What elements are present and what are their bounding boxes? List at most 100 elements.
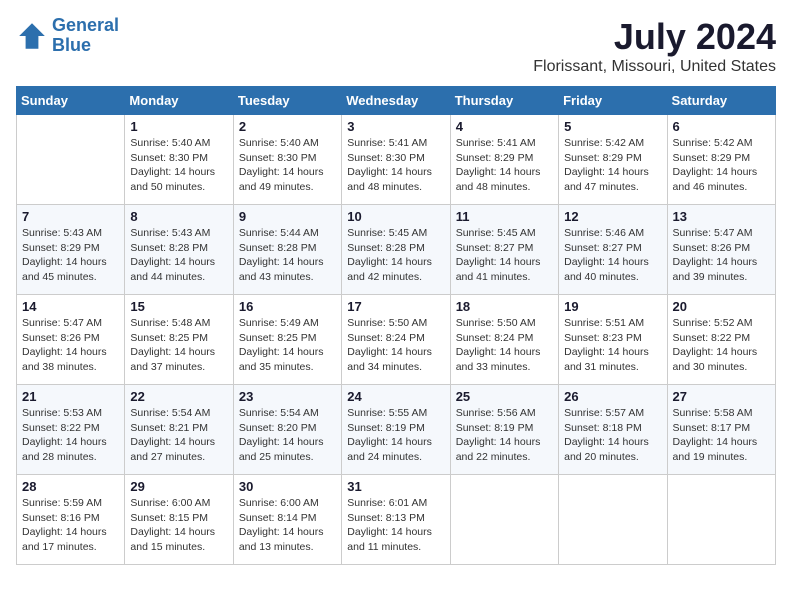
day-info: Sunrise: 5:49 AM Sunset: 8:25 PM Dayligh… [239, 316, 336, 375]
header: General Blue July 2024 Florissant, Misso… [16, 16, 776, 76]
day-info: Sunrise: 5:43 AM Sunset: 8:28 PM Dayligh… [130, 226, 227, 285]
day-number: 23 [239, 389, 336, 404]
day-number: 25 [456, 389, 553, 404]
day-info: Sunrise: 6:01 AM Sunset: 8:13 PM Dayligh… [347, 496, 444, 555]
day-number: 12 [564, 209, 661, 224]
logo-blue: Blue [52, 35, 91, 55]
day-number: 2 [239, 119, 336, 134]
day-number: 14 [22, 299, 119, 314]
table-row: 1 Sunrise: 5:40 AM Sunset: 8:30 PM Daylig… [125, 115, 233, 205]
day-number: 27 [673, 389, 770, 404]
day-number: 1 [130, 119, 227, 134]
table-row: 11 Sunrise: 5:45 AM Sunset: 8:27 PM Dayli… [450, 205, 558, 295]
day-number: 22 [130, 389, 227, 404]
logo-icon [16, 20, 48, 52]
day-number: 9 [239, 209, 336, 224]
header-wednesday: Wednesday [342, 87, 450, 115]
logo: General Blue [16, 16, 119, 56]
day-number: 24 [347, 389, 444, 404]
day-number: 10 [347, 209, 444, 224]
day-number: 17 [347, 299, 444, 314]
header-thursday: Thursday [450, 87, 558, 115]
day-number: 28 [22, 479, 119, 494]
day-number: 11 [456, 209, 553, 224]
table-row: 6Sunrise: 5:42 AM Sunset: 8:29 PM Daylig… [667, 115, 775, 205]
month-year-title: July 2024 [533, 16, 776, 58]
day-number: 20 [673, 299, 770, 314]
day-info: Sunrise: 6:00 AM Sunset: 8:14 PM Dayligh… [239, 496, 336, 555]
table-row: 10Sunrise: 5:45 AM Sunset: 8:28 PM Dayli… [342, 205, 450, 295]
calendar-table: Sunday Monday Tuesday Wednesday Thursday… [16, 86, 776, 565]
day-number: 30 [239, 479, 336, 494]
table-row [17, 115, 125, 205]
table-row: 16 Sunrise: 5:49 AM Sunset: 8:25 PM Dayli… [233, 295, 341, 385]
day-info: Sunrise: 5:53 AM Sunset: 8:22 PM Dayligh… [22, 406, 119, 465]
header-saturday: Saturday [667, 87, 775, 115]
day-info: Sunrise: 5:58 AM Sunset: 8:17 PM Dayligh… [673, 406, 770, 465]
table-row: 15 Sunrise: 5:48 AM Sunset: 8:25 PM Dayli… [125, 295, 233, 385]
day-info: Sunrise: 5:56 AM Sunset: 8:19 PM Dayligh… [456, 406, 553, 465]
logo-text: General Blue [52, 16, 119, 56]
table-row: 4Sunrise: 5:41 AM Sunset: 8:29 PM Daylig… [450, 115, 558, 205]
table-row: 20 Sunrise: 5:52 AM Sunset: 8:22 PM Dayli… [667, 295, 775, 385]
table-row: 9 Sunrise: 5:44 AM Sunset: 8:28 PM Daylig… [233, 205, 341, 295]
title-section: July 2024 Florissant, Missouri, United S… [533, 16, 776, 76]
table-row: 26Sunrise: 5:57 AM Sunset: 8:18 PM Dayli… [559, 385, 667, 475]
day-info: Sunrise: 6:00 AM Sunset: 8:15 PM Dayligh… [130, 496, 227, 555]
day-number: 15 [130, 299, 227, 314]
table-row: 30 Sunrise: 6:00 AM Sunset: 8:14 PM Dayli… [233, 475, 341, 565]
day-info: Sunrise: 5:45 AM Sunset: 8:27 PM Dayligh… [456, 226, 553, 285]
table-row: 21 Sunrise: 5:53 AM Sunset: 8:22 PM Dayli… [17, 385, 125, 475]
table-row: 24 Sunrise: 5:55 AM Sunset: 8:19 PM Dayli… [342, 385, 450, 475]
day-number: 3 [347, 119, 444, 134]
table-row: 12Sunrise: 5:46 AM Sunset: 8:27 PM Dayli… [559, 205, 667, 295]
day-number: 7 [22, 209, 119, 224]
table-row: 18Sunrise: 5:50 AM Sunset: 8:24 PM Dayli… [450, 295, 558, 385]
day-number: 26 [564, 389, 661, 404]
day-number: 8 [130, 209, 227, 224]
day-number: 29 [130, 479, 227, 494]
table-row: 14 Sunrise: 5:47 AM Sunset: 8:26 PM Dayli… [17, 295, 125, 385]
day-number: 16 [239, 299, 336, 314]
day-info: Sunrise: 5:50 AM Sunset: 8:24 PM Dayligh… [347, 316, 444, 375]
table-row: 23Sunrise: 5:54 AM Sunset: 8:20 PM Dayli… [233, 385, 341, 475]
calendar-week-5: 28 Sunrise: 5:59 AM Sunset: 8:16 PM Dayli… [17, 475, 776, 565]
table-row: 13 Sunrise: 5:47 AM Sunset: 8:26 PM Dayli… [667, 205, 775, 295]
header-tuesday: Tuesday [233, 87, 341, 115]
location-subtitle: Florissant, Missouri, United States [533, 58, 776, 76]
calendar-week-3: 14 Sunrise: 5:47 AM Sunset: 8:26 PM Dayli… [17, 295, 776, 385]
day-info: Sunrise: 5:44 AM Sunset: 8:28 PM Dayligh… [239, 226, 336, 285]
calendar-week-2: 7Sunrise: 5:43 AM Sunset: 8:29 PM Daylig… [17, 205, 776, 295]
table-row: 31Sunrise: 6:01 AM Sunset: 8:13 PM Dayli… [342, 475, 450, 565]
day-info: Sunrise: 5:40 AM Sunset: 8:30 PM Dayligh… [239, 136, 336, 195]
day-number: 19 [564, 299, 661, 314]
day-info: Sunrise: 5:42 AM Sunset: 8:29 PM Dayligh… [564, 136, 661, 195]
table-row: 2 Sunrise: 5:40 AM Sunset: 8:30 PM Daylig… [233, 115, 341, 205]
day-number: 13 [673, 209, 770, 224]
table-row: 28 Sunrise: 5:59 AM Sunset: 8:16 PM Dayli… [17, 475, 125, 565]
day-number: 21 [22, 389, 119, 404]
day-info: Sunrise: 5:55 AM Sunset: 8:19 PM Dayligh… [347, 406, 444, 465]
header-friday: Friday [559, 87, 667, 115]
day-info: Sunrise: 5:40 AM Sunset: 8:30 PM Dayligh… [130, 136, 227, 195]
day-info: Sunrise: 5:42 AM Sunset: 8:29 PM Dayligh… [673, 136, 770, 195]
header-sunday: Sunday [17, 87, 125, 115]
table-row [559, 475, 667, 565]
day-info: Sunrise: 5:41 AM Sunset: 8:29 PM Dayligh… [456, 136, 553, 195]
day-info: Sunrise: 5:52 AM Sunset: 8:22 PM Dayligh… [673, 316, 770, 375]
day-number: 5 [564, 119, 661, 134]
table-row: 8 Sunrise: 5:43 AM Sunset: 8:28 PM Daylig… [125, 205, 233, 295]
table-row: 5 Sunrise: 5:42 AM Sunset: 8:29 PM Daylig… [559, 115, 667, 205]
day-info: Sunrise: 5:54 AM Sunset: 8:21 PM Dayligh… [130, 406, 227, 465]
calendar-week-1: 1 Sunrise: 5:40 AM Sunset: 8:30 PM Daylig… [17, 115, 776, 205]
day-info: Sunrise: 5:59 AM Sunset: 8:16 PM Dayligh… [22, 496, 119, 555]
table-row: 29 Sunrise: 6:00 AM Sunset: 8:15 PM Dayli… [125, 475, 233, 565]
table-row: 25 Sunrise: 5:56 AM Sunset: 8:19 PM Dayli… [450, 385, 558, 475]
day-info: Sunrise: 5:41 AM Sunset: 8:30 PM Dayligh… [347, 136, 444, 195]
day-number: 18 [456, 299, 553, 314]
day-info: Sunrise: 5:48 AM Sunset: 8:25 PM Dayligh… [130, 316, 227, 375]
day-info: Sunrise: 5:47 AM Sunset: 8:26 PM Dayligh… [673, 226, 770, 285]
logo-general: General [52, 15, 119, 35]
day-info: Sunrise: 5:47 AM Sunset: 8:26 PM Dayligh… [22, 316, 119, 375]
table-row [667, 475, 775, 565]
